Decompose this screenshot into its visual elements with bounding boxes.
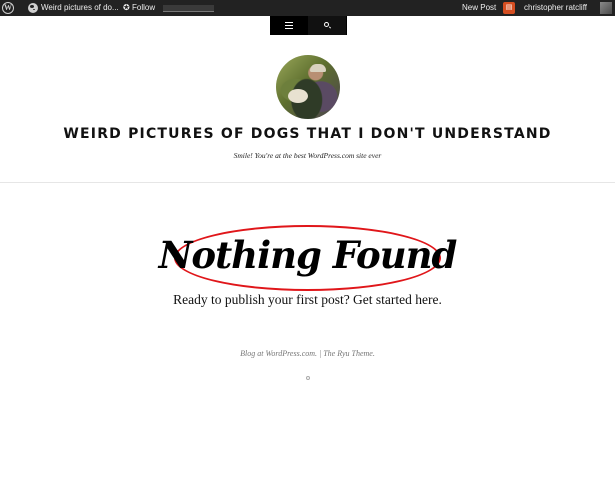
site-logo-avatar[interactable] [276, 55, 340, 119]
wordpress-logo-icon[interactable]: W [2, 2, 14, 14]
footer-credit: Blog at WordPress.com. | The Ryu Theme. [0, 349, 615, 358]
search-toggle-button[interactable] [308, 16, 346, 35]
admin-bar: W Weird pictures of do... ✪ Follow New P… [0, 0, 615, 16]
globe-icon[interactable] [28, 3, 38, 13]
menu-toggle-button[interactable] [270, 16, 308, 35]
user-account-link[interactable]: christopher ratcliff [524, 0, 587, 16]
ryu-theme-link[interactable]: The Ryu Theme. [323, 349, 375, 358]
wordpress-com-link[interactable]: Blog at WordPress.com. [240, 349, 317, 358]
get-started-link[interactable]: Ready to publish your first post? Get st… [0, 292, 615, 308]
theme-top-nav [270, 16, 347, 35]
site-tagline: Smile! You're at the best WordPress.com … [233, 151, 382, 160]
page-title: Nothing Found [158, 233, 458, 277]
follow-button[interactable]: Follow [132, 0, 155, 16]
footer-wordpress-mark-icon[interactable] [306, 376, 310, 380]
notifications-icon[interactable]: ▤ [503, 2, 515, 14]
site-title[interactable]: WEIRD PICTURES OF DOGS THAT I DON'T UNDE… [0, 126, 615, 142]
user-avatar[interactable] [600, 2, 612, 14]
header-divider [0, 182, 615, 183]
admin-bar-site-link[interactable]: Weird pictures of do... [41, 0, 119, 16]
admin-bar-search-input[interactable] [163, 5, 214, 12]
follow-star-icon[interactable]: ✪ [123, 0, 130, 16]
search-icon [324, 22, 329, 27]
hamburger-menu-icon [285, 22, 293, 29]
new-post-button[interactable]: New Post [462, 0, 496, 16]
